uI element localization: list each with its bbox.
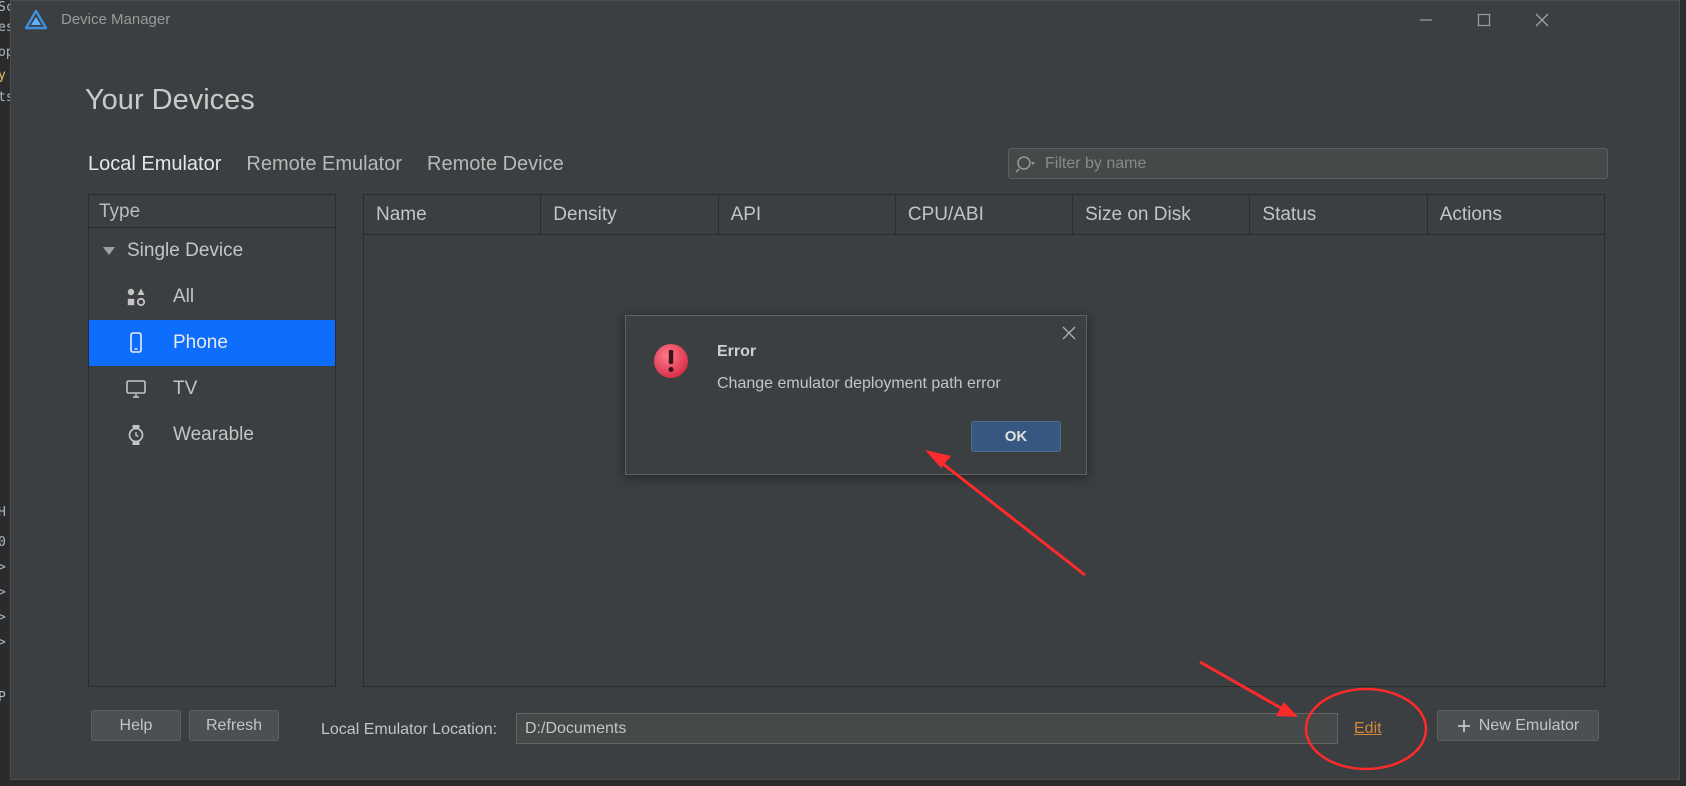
type-item-label: All [173, 286, 195, 307]
column-name[interactable]: Name [364, 195, 542, 234]
tab-remote-device[interactable]: Remote Device [427, 153, 564, 176]
edit-link[interactable]: Edit [1354, 720, 1382, 738]
close-icon [1535, 13, 1549, 27]
titlebar: Device Manager [11, 1, 1679, 39]
error-icon [654, 344, 688, 378]
type-item-tv[interactable]: TV [89, 366, 335, 412]
search-icon [1015, 156, 1035, 173]
dialog-message: Change emulator deployment path error [717, 375, 1001, 392]
tab-local-emulator[interactable]: Local Emulator [88, 153, 221, 176]
close-icon [1062, 326, 1076, 340]
filter-box [1008, 148, 1608, 179]
tab-bar: Local Emulator Remote Emulator Remote De… [88, 153, 564, 176]
filter-input[interactable] [1045, 149, 1595, 178]
group-label: Single Device [127, 240, 244, 261]
maximize-button[interactable] [1455, 1, 1513, 39]
app-logo-icon [25, 10, 47, 30]
device-manager-window: Device Manager Your Devices Local Emulat… [10, 0, 1680, 780]
minimize-button[interactable] [1397, 1, 1455, 39]
page-title: Your Devices [85, 84, 255, 116]
column-density[interactable]: Density [541, 195, 719, 234]
column-cpu-abi[interactable]: CPU/ABI [896, 195, 1074, 234]
background-ide-strip: Sc es op y ts H 0 > > > > P [0, 0, 10, 786]
group-single-device[interactable]: Single Device [89, 228, 335, 274]
window-title: Device Manager [61, 11, 171, 28]
type-item-label: TV [173, 378, 198, 399]
type-item-all[interactable]: All [89, 274, 335, 320]
dialog-title: Error [717, 343, 757, 360]
grid-shapes-icon [125, 286, 147, 308]
help-button[interactable]: Help [91, 710, 181, 741]
phone-icon [125, 332, 147, 354]
table-header: Name Density API CPU/ABI Size on Disk St… [364, 195, 1604, 235]
plus-icon [1457, 719, 1470, 732]
window-close-button[interactable] [1513, 1, 1571, 39]
column-actions[interactable]: Actions [1428, 195, 1604, 234]
column-status[interactable]: Status [1250, 195, 1428, 234]
maximize-icon [1477, 13, 1491, 27]
type-item-label: Wearable [173, 424, 254, 445]
tv-icon [125, 378, 147, 400]
column-api[interactable]: API [719, 195, 896, 234]
refresh-button[interactable]: Refresh [189, 710, 279, 741]
device-type-panel: Type Single Device All Phone TV Wearable [88, 194, 336, 687]
location-input[interactable]: D:/Documents [516, 713, 1338, 744]
new-emulator-button[interactable]: New Emulator [1437, 710, 1599, 741]
dialog-close-button[interactable] [1060, 324, 1078, 342]
error-dialog: Error Change emulator deployment path er… [625, 315, 1087, 475]
new-emulator-label: New Emulator [1478, 716, 1580, 734]
column-size-on-disk[interactable]: Size on Disk [1073, 195, 1251, 234]
type-item-label: Phone [173, 332, 228, 353]
tab-remote-emulator[interactable]: Remote Emulator [246, 153, 402, 176]
type-item-wearable[interactable]: Wearable [89, 412, 335, 458]
type-item-phone[interactable]: Phone [89, 320, 335, 366]
type-header: Type [89, 195, 335, 228]
ok-button[interactable]: OK [971, 421, 1061, 452]
location-label: Local Emulator Location: [321, 721, 498, 738]
watch-icon [125, 424, 147, 446]
minimize-icon [1420, 19, 1432, 21]
triangle-down-icon [103, 247, 115, 255]
